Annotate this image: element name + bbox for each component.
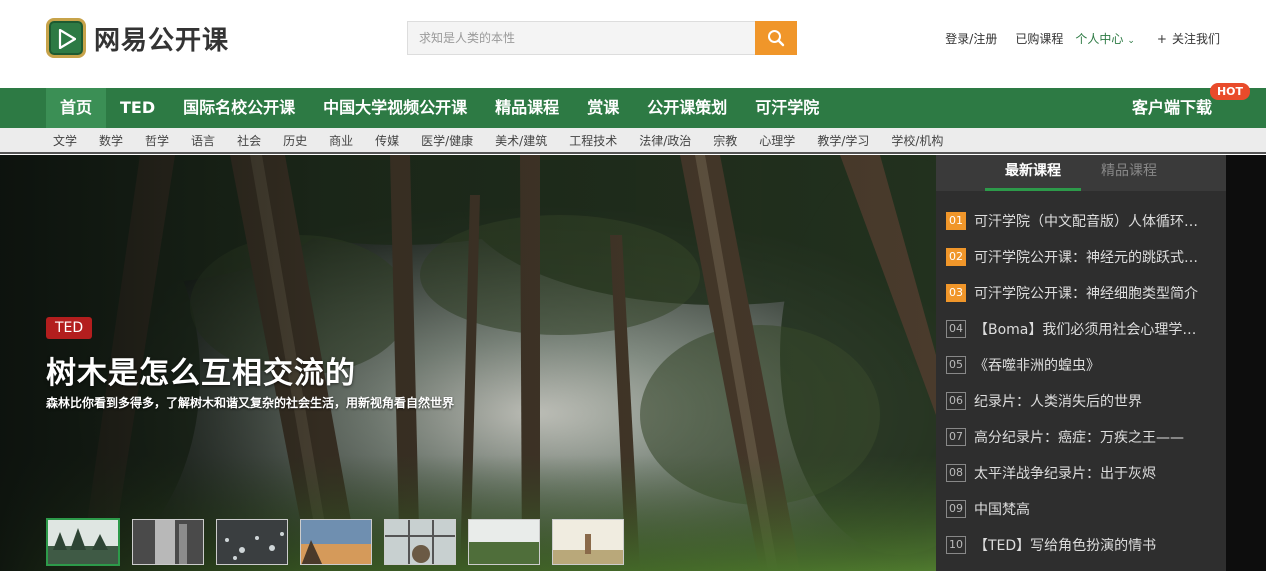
nav-item-appreciate[interactable]: 赏课 (573, 88, 633, 128)
search-input[interactable] (407, 21, 755, 55)
nav-item-khan[interactable]: 可汗学院 (741, 88, 833, 128)
list-item[interactable]: 05 《吞噬非洲的蝗虫》 (936, 347, 1226, 383)
course-title: 可汗学院（中文配音版）人体循环系统 (974, 214, 1202, 230)
user-center-menu[interactable]: 个人中心 ⌄ (1075, 30, 1135, 47)
course-title: 《吞噬非洲的蝗虫》 (974, 358, 1100, 374)
list-item[interactable]: 02 可汗学院公开课：神经元的跳跃式传导 (936, 239, 1226, 275)
category-item[interactable]: 心理学 (748, 132, 806, 149)
rank-number: 05 (946, 356, 966, 374)
tab-latest-courses[interactable]: 最新课程 (985, 155, 1081, 191)
thumbnail-rain[interactable] (216, 519, 288, 565)
rank-number: 10 (946, 536, 966, 554)
plus-icon: + (1156, 32, 1167, 46)
course-title: 纪录片：人类消失后的世界 (974, 394, 1142, 410)
list-item[interactable]: 08 太平洋战争纪录片：出于灰烬 (936, 455, 1226, 491)
rank-number: 06 (946, 392, 966, 410)
user-center-label: 个人中心 (1075, 32, 1124, 46)
nav-item-intl-courses[interactable]: 国际名校公开课 (169, 88, 309, 128)
rank-number: 02 (946, 248, 966, 266)
search-button[interactable] (755, 21, 797, 55)
category-item[interactable]: 教学/学习 (806, 132, 880, 149)
course-title: 【TED】写给角色扮演的情书 (974, 538, 1157, 554)
course-title: 中国梵高 (974, 502, 1030, 518)
thumbnail-forest[interactable] (46, 518, 120, 566)
category-item[interactable]: 语言 (180, 132, 226, 149)
search-bar (407, 21, 797, 55)
list-item[interactable]: 07 高分纪录片：癌症：万疾之王—— (936, 419, 1226, 455)
tab-premium-courses[interactable]: 精品课程 (1081, 155, 1177, 191)
list-item[interactable]: 04 【Boma】我们必须用社会心理学来解决 (936, 311, 1226, 347)
site-header: 网易公开课 登录/注册 已购课程 个人中心⌄ + 关注我们 (0, 0, 1266, 88)
course-title: 可汗学院公开课：神经细胞类型简介 (974, 286, 1198, 302)
nav-item-home[interactable]: 首页 (46, 88, 107, 128)
ted-tag: TED (46, 317, 93, 339)
follow-us-label: 关注我们 (1171, 32, 1220, 46)
category-item[interactable]: 哲学 (134, 132, 180, 149)
follow-us-link[interactable]: + 关注我们 (1157, 30, 1220, 47)
thumbnail-landscape[interactable] (468, 519, 540, 565)
category-item[interactable]: 社会 (226, 132, 272, 149)
course-tabs: 最新课程 精品课程 (936, 155, 1226, 191)
hero-title[interactable]: 树木是怎么互相交流的 (46, 348, 356, 392)
list-item[interactable]: 10 【TED】写给角色扮演的情书 (936, 527, 1226, 563)
rank-number: 01 (946, 212, 966, 230)
main-nav: 首页 TED 国际名校公开课 中国大学视频公开课 精品课程 赏课 公开课策划 可… (0, 83, 1266, 128)
client-download-link[interactable]: 客户端下载 (1132, 88, 1212, 128)
list-item[interactable]: 09 中国梵高 (936, 491, 1226, 527)
course-title: 【Boma】我们必须用社会心理学来解决 (974, 322, 1202, 338)
rank-number: 08 (946, 464, 966, 482)
rank-number: 03 (946, 284, 966, 302)
hot-badge: HOT (1209, 83, 1250, 100)
page-edge (1226, 155, 1266, 571)
thumbnail-waterfall[interactable] (132, 519, 204, 565)
chevron-down-icon: ⌄ (1127, 36, 1135, 46)
category-item[interactable]: 医学/健康 (410, 132, 484, 149)
thumbnail-field[interactable] (552, 519, 624, 565)
banner-thumbnails (46, 518, 636, 566)
hero-banner[interactable]: TED 树木是怎么互相交流的 森林比你看到多得多，了解树木和谐又复杂的社会生活，… (0, 155, 936, 571)
hero-subtitle: 森林比你看到多得多，了解树木和谐又复杂的社会生活，用新视角看自然世界 (46, 396, 455, 410)
category-item[interactable]: 数学 (88, 132, 134, 149)
category-item[interactable]: 美术/建筑 (484, 132, 558, 149)
top-links: 登录/注册 已购课程 个人中心 ⌄ + 关注我们 (945, 30, 1220, 47)
category-nav: 文学 数学 哲学 语言 社会 历史 商业 传媒 医学/健康 美术/建筑 工程技术… (0, 128, 1266, 154)
search-icon (768, 30, 785, 47)
rank-number: 07 (946, 428, 966, 446)
bought-courses-link[interactable]: 已购课程 (1015, 30, 1063, 47)
nav-item-planning[interactable]: 公开课策划 (633, 88, 741, 128)
rank-number: 04 (946, 320, 966, 338)
thumbnail-window[interactable] (384, 519, 456, 565)
list-item[interactable]: 01 可汗学院（中文配音版）人体循环系统 (936, 203, 1226, 239)
category-item[interactable]: 学校/机构 (880, 132, 954, 149)
play-logo-icon (46, 18, 86, 58)
thumbnail-sunset[interactable] (300, 519, 372, 565)
rank-number: 09 (946, 500, 966, 518)
course-title: 高分纪录片：癌症：万疾之王—— (974, 430, 1184, 446)
site-logo[interactable]: 网易公开课 (46, 18, 229, 58)
category-item[interactable]: 传媒 (364, 132, 410, 149)
list-item[interactable]: 06 纪录片：人类消失后的世界 (936, 383, 1226, 419)
category-item[interactable]: 历史 (272, 132, 318, 149)
category-item[interactable]: 文学 (42, 132, 88, 149)
nav-item-ted[interactable]: TED (106, 88, 169, 128)
logo-text: 网易公开课 (94, 25, 230, 56)
list-item[interactable]: 03 可汗学院公开课：神经细胞类型简介 (936, 275, 1226, 311)
login-register-link[interactable]: 登录/注册 (945, 30, 997, 47)
category-item[interactable]: 工程技术 (558, 132, 628, 149)
nav-item-premium[interactable]: 精品课程 (481, 88, 573, 128)
course-title: 太平洋战争纪录片：出于灰烬 (974, 466, 1156, 482)
nav-item-cn-university[interactable]: 中国大学视频公开课 (309, 88, 481, 128)
category-item[interactable]: 商业 (318, 132, 364, 149)
course-list: 01 可汗学院（中文配音版）人体循环系统 02 可汗学院公开课：神经元的跳跃式传导 … (936, 191, 1226, 563)
course-list-panel: 最新课程 精品课程 01 可汗学院（中文配音版）人体循环系统 02 可汗学院公开课：… (936, 155, 1226, 571)
category-item[interactable]: 宗教 (702, 132, 748, 149)
category-item[interactable]: 法律/政治 (628, 132, 702, 149)
course-title: 可汗学院公开课：神经元的跳跃式传导 (974, 250, 1202, 266)
